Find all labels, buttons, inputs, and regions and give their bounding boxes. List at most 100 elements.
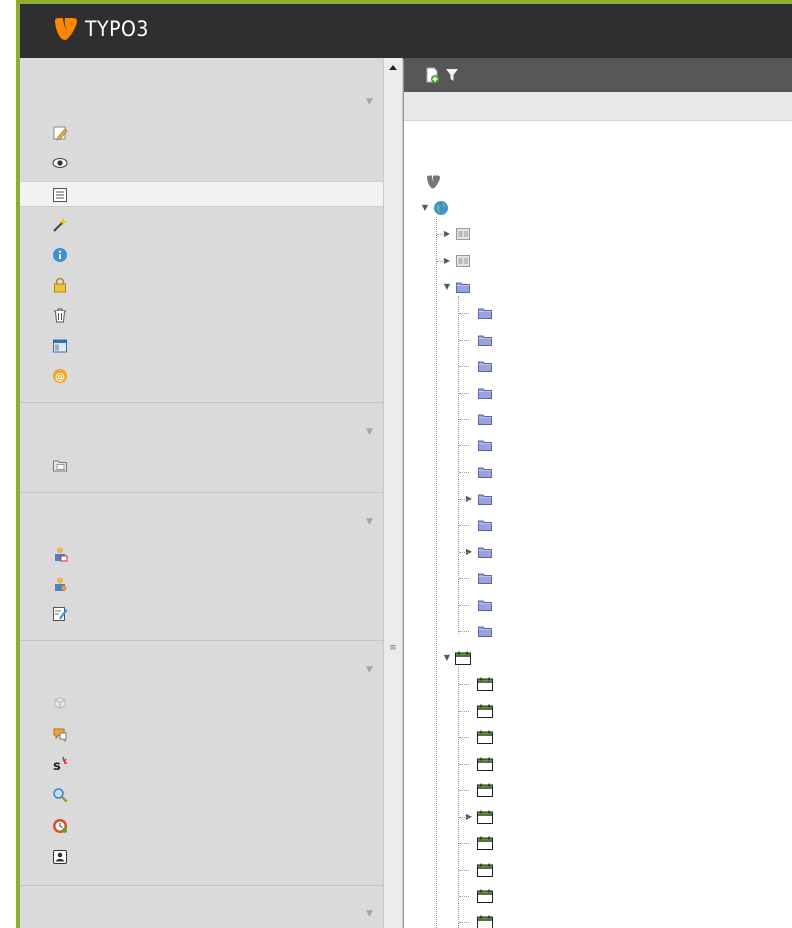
module-erweiterungen[interactable] [20,690,383,716]
collapse-chevron-icon[interactable]: ▼ [366,665,373,675]
tree-line [459,896,469,897]
folder-icon [456,282,470,293]
tree-line [459,419,469,420]
tree-node[interactable] [464,565,498,591]
tree-node[interactable] [464,432,498,458]
expand-toggle-down-icon[interactable]: ▼ [420,203,430,213]
collapse-chevron-icon[interactable]: ▼ [366,97,373,107]
module-info[interactable] [20,242,383,268]
tree-node[interactable] [424,169,446,195]
tree-node[interactable]: ▼ [420,195,454,221]
tree-node[interactable]: ▶ [464,804,498,830]
module-solr-admin[interactable]: s [20,751,383,777]
tree-line [459,631,469,632]
module-sprachen[interactable] [20,721,383,747]
module-zugriff[interactable] [20,272,383,298]
trash-icon [54,308,66,323]
scroll-up-arrow-icon[interactable] [387,62,399,72]
svg-text:s: s [53,759,61,772]
resize-grip-icon[interactable]: ≡ [389,643,397,653]
module-anzeigen[interactable] [20,150,383,176]
tree-node[interactable] [464,909,498,928]
tree-line [459,790,469,791]
tree-node[interactable]: ▼ [442,274,476,300]
lock-icon [54,277,66,293]
folder-icon [478,440,492,451]
module-scheduler-timeline[interactable] [20,813,383,839]
extensions-icon [54,696,66,710]
tree-line [459,393,469,394]
tree-node[interactable] [464,353,498,379]
sidebar-scrollbar[interactable]: ≡ [383,58,403,928]
typo3-root-icon [427,175,440,189]
module-liste[interactable] [20,181,383,207]
tree-node[interactable] [464,883,498,909]
module-papierkorb[interactable] [20,302,383,328]
tree-node[interactable] [464,671,498,697]
calendar-icon [477,915,493,928]
section-divider [20,640,383,641]
page-tree: ▼ ▶ ▶ ▼ ▶ ▶ ▼ ▶ [404,121,792,928]
tree-node[interactable]: ▶ [442,221,476,247]
module-aufgaben[interactable] [20,541,383,567]
sysfolder-icon [456,228,470,240]
collapse-chevron-icon[interactable]: ▼ [366,517,373,527]
expand-toggle-down-icon[interactable]: ▼ [442,653,452,663]
calendar-icon [455,651,471,665]
ldap-icon [53,850,67,864]
folder-icon [478,626,492,637]
tree-node[interactable] [464,300,498,326]
module-ldap-integration[interactable] [20,844,383,870]
module-template[interactable] [20,333,383,359]
tree-node[interactable] [464,380,498,406]
tree-line [459,922,469,923]
tree-node[interactable]: ▶ [464,539,498,565]
tree-node[interactable]: ▶ [442,248,476,274]
tree-node[interactable] [464,830,498,856]
folder-icon [478,573,492,584]
module-funktionen[interactable] [20,212,383,238]
module-lfeditor[interactable] [20,601,383,627]
tree-node[interactable] [464,327,498,353]
module-seite[interactable] [20,120,383,146]
tree-node[interactable] [464,698,498,724]
collapse-chevron-icon[interactable]: ▼ [366,909,373,919]
folder-icon [478,335,492,346]
module-einstellungen[interactable] [20,571,383,597]
pagetree-filter-bar [404,92,792,121]
tree-line [459,525,469,526]
tree-line [459,472,469,473]
collapse-chevron-icon[interactable]: ▼ [366,427,373,437]
tree-line [459,764,469,765]
lfeditor-icon [53,607,68,621]
tree-node[interactable] [464,459,498,485]
tree-node[interactable] [464,857,498,883]
app-title: TYPO3 [85,17,149,41]
tree-node[interactable] [464,406,498,432]
globe-icon [434,201,448,215]
calendar-icon [477,889,493,903]
module-search[interactable] [20,782,383,808]
typo3-logo[interactable]: TYPO3 [53,16,149,42]
tree-node[interactable] [464,592,498,618]
sysfolder-icon [456,255,470,267]
new-page-icon[interactable] [424,67,440,83]
tree-node[interactable] [464,777,498,803]
module-powermail[interactable]: @ [20,363,383,389]
tree-node[interactable]: ▼ [442,645,476,671]
tree-line [459,684,469,685]
tree-node[interactable] [464,512,498,538]
module-dateiliste[interactable] [20,452,383,478]
tree-line [436,217,437,928]
calendar-icon [477,810,493,824]
languages-icon [53,728,67,742]
info-icon [53,248,67,262]
folder-icon [478,600,492,611]
tree-node[interactable] [464,724,498,750]
tree-line [458,296,459,634]
tree-node[interactable] [464,618,498,644]
tree-node[interactable] [464,751,498,777]
tree-node[interactable]: ▶ [464,486,498,512]
expand-toggle-down-icon[interactable]: ▼ [442,282,452,292]
filter-icon[interactable] [444,67,460,83]
